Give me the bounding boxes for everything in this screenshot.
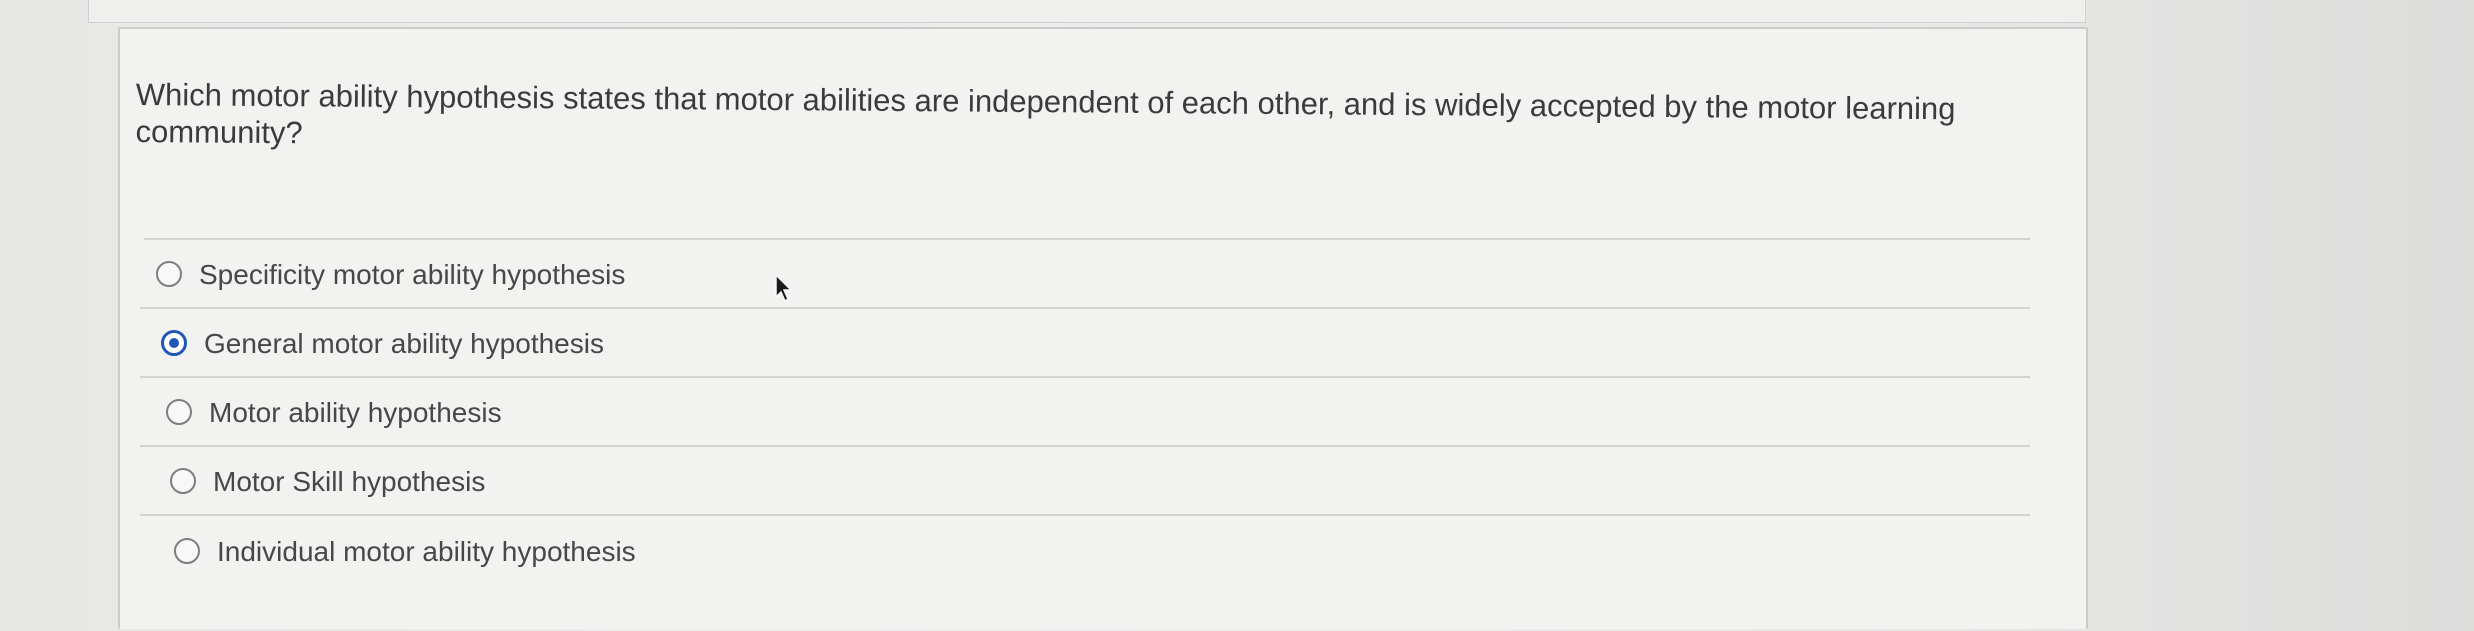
radio-unselected-icon[interactable] xyxy=(156,260,182,287)
question-prompt: Which motor ability hypothesis states th… xyxy=(135,76,1956,151)
answer-option-general[interactable]: General motor ability hypothesis xyxy=(140,309,2030,378)
answer-option-motor-skill[interactable]: Motor Skill hypothesis xyxy=(140,447,2030,516)
radio-selected-icon[interactable] xyxy=(161,329,187,356)
radio-unselected-icon[interactable] xyxy=(174,537,200,564)
answer-option-motor-ability[interactable]: Motor ability hypothesis xyxy=(140,378,2030,447)
radio-unselected-icon[interactable] xyxy=(170,467,196,494)
mouse-pointer-icon xyxy=(775,273,793,303)
answer-label: General motor ability hypothesis xyxy=(204,327,604,359)
top-panel-edge xyxy=(88,0,2086,23)
answer-option-individual[interactable]: Individual motor ability hypothesis xyxy=(140,516,2030,585)
answer-label: Individual motor ability hypothesis xyxy=(217,535,636,567)
answer-options: Specificity motor ability hypothesis Gen… xyxy=(140,238,2030,585)
answer-label: Motor ability hypothesis xyxy=(209,396,502,428)
answer-option-specificity[interactable]: Specificity motor ability hypothesis xyxy=(140,240,2030,309)
answer-label: Specificity motor ability hypothesis xyxy=(199,258,626,290)
answer-label: Motor Skill hypothesis xyxy=(213,465,486,497)
radio-unselected-icon[interactable] xyxy=(166,398,192,425)
